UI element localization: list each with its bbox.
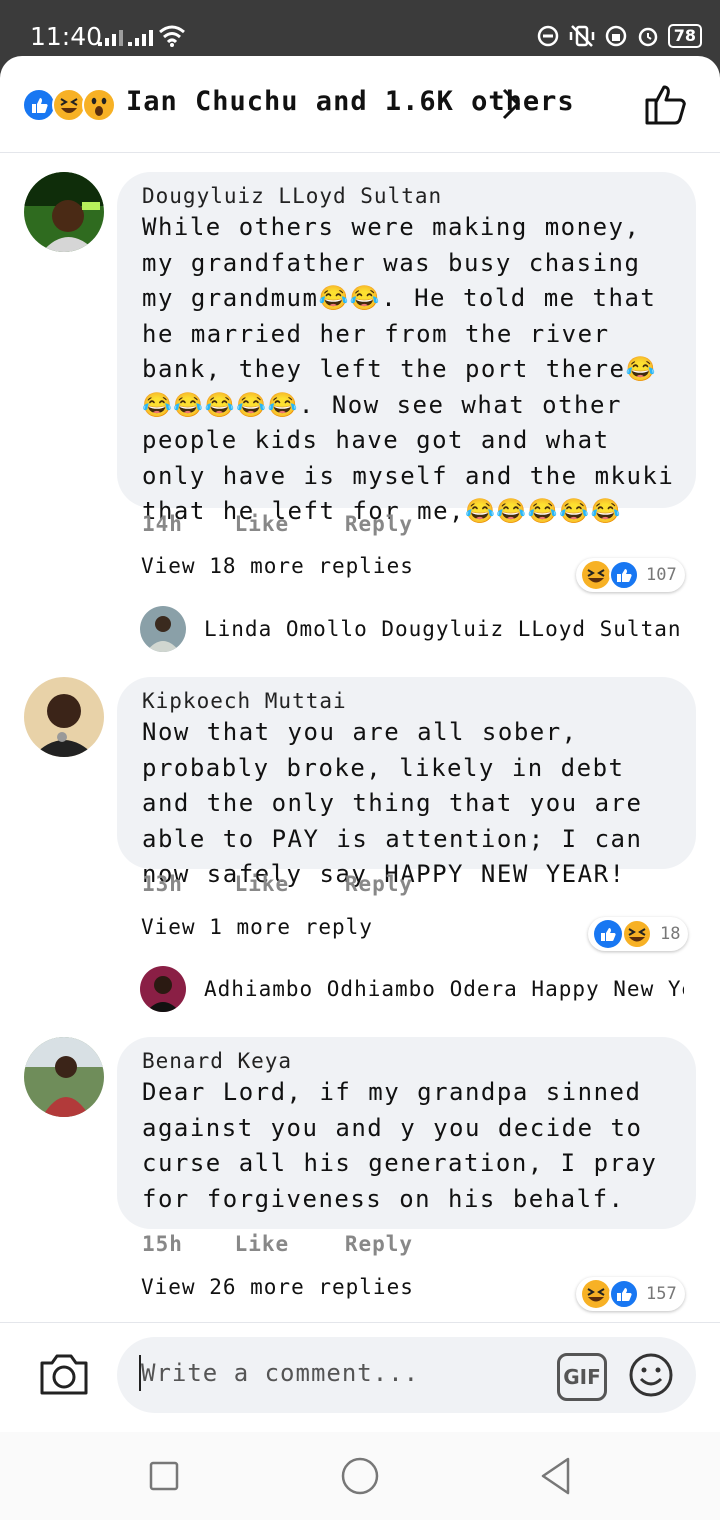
comment-author[interactable]: Dougyluiz LLoyd Sultan	[142, 184, 678, 208]
comment-text: While others were making money, my grand…	[142, 213, 675, 525]
reply-preview-text: Adhiambo Odhiambo Odera Happy New Ye...	[204, 977, 684, 1001]
reaction-count-pill[interactable]: 107	[576, 558, 685, 592]
reply-link[interactable]: Reply	[345, 512, 413, 536]
data-saver-icon	[537, 25, 558, 47]
gif-button[interactable]: GIF	[557, 1353, 607, 1401]
comment-text: Now that you are all sober, probably bro…	[142, 718, 643, 888]
camera-icon[interactable]	[38, 1351, 90, 1397]
mute-vibrate-icon	[569, 25, 594, 47]
comment-bubble[interactable]: Kipkoech Muttai Now that you are all sob…	[117, 677, 696, 888]
wifi-icon	[159, 25, 185, 47]
comment-bubble[interactable]: Benard Keya Dear Lord, if my grandpa sin…	[117, 1037, 696, 1229]
comment-time: 14h	[142, 512, 183, 536]
comment-author[interactable]: Kipkoech Muttai	[142, 689, 678, 713]
view-more-replies[interactable]: View 18 more replies	[141, 554, 414, 578]
recent-apps-button[interactable]	[148, 1460, 180, 1492]
comment-composer: Write a comment... GIF	[0, 1322, 720, 1433]
reactions-header[interactable]: Ian Chuchu and 1.6K others	[0, 56, 720, 153]
haha-reaction-icon	[52, 88, 86, 126]
signal-icon-2	[128, 30, 153, 46]
avatar[interactable]	[24, 172, 104, 252]
home-button[interactable]	[340, 1456, 380, 1496]
comment-input[interactable]: Write a comment... GIF	[117, 1337, 696, 1413]
back-button[interactable]	[538, 1456, 574, 1496]
reply-link[interactable]: Reply	[345, 872, 413, 896]
like-reaction-icon	[609, 1279, 639, 1309]
chevron-right-icon	[502, 88, 521, 120]
like-link[interactable]: Like	[235, 512, 290, 536]
comment-time: 15h	[142, 1232, 183, 1256]
alarm-icon	[638, 27, 657, 47]
view-more-replies[interactable]: View 26 more replies	[141, 1275, 414, 1299]
avatar[interactable]	[24, 677, 104, 757]
avatar[interactable]	[140, 966, 186, 1012]
lock-rotation-icon	[605, 25, 626, 47]
comment-meta: 15h Like Reply	[142, 1232, 413, 1256]
reply-preview[interactable]: Adhiambo Odhiambo Odera Happy New Ye...	[140, 965, 684, 1013]
like-link[interactable]: Like	[235, 872, 290, 896]
comment-author[interactable]: Benard Keya	[142, 1049, 678, 1073]
comment-time: 13h	[142, 872, 183, 896]
reply-preview[interactable]: Linda Omollo Dougyluiz LLoyd Sultan 😂😂..…	[140, 605, 684, 653]
like-reaction-icon	[609, 560, 639, 590]
status-time: 11:40	[30, 22, 103, 51]
view-more-replies[interactable]: View 1 more reply	[141, 915, 373, 939]
comment-input-placeholder: Write a comment...	[141, 1359, 420, 1387]
haha-reaction-icon	[622, 919, 652, 949]
like-link[interactable]: Like	[235, 1232, 290, 1256]
comments-sheet: Ian Chuchu and 1.6K others Dougyluiz LLo…	[0, 56, 720, 1520]
avatar[interactable]	[140, 606, 186, 652]
reaction-count-pill[interactable]: 18	[588, 917, 689, 951]
reaction-count: 18	[660, 924, 681, 944]
signal-icon	[98, 30, 123, 46]
reply-link[interactable]: Reply	[345, 1232, 413, 1256]
reply-preview-text: Linda Omollo Dougyluiz LLoyd Sultan 😂😂..…	[204, 616, 684, 641]
like-button[interactable]	[644, 82, 690, 126]
reaction-count-pill[interactable]: 157	[576, 1277, 685, 1311]
comment-meta: 14h Like Reply	[142, 512, 413, 536]
comment-bubble[interactable]: Dougyluiz LLoyd Sultan While others were…	[117, 172, 696, 525]
comment-text: Dear Lord, if my grandpa sinned against …	[142, 1078, 658, 1213]
battery-indicator: 78	[667, 24, 702, 48]
comment-meta: 13h Like Reply	[142, 872, 413, 896]
reaction-count: 157	[646, 1284, 677, 1304]
reaction-count: 107	[646, 565, 677, 585]
wow-reaction-icon	[82, 88, 116, 126]
status-icons: 78	[536, 24, 702, 48]
emoji-icon[interactable]	[627, 1351, 675, 1399]
like-reaction-icon	[22, 88, 56, 126]
system-nav-bar	[0, 1432, 720, 1520]
reaction-icons	[22, 88, 116, 126]
avatar[interactable]	[24, 1037, 104, 1117]
